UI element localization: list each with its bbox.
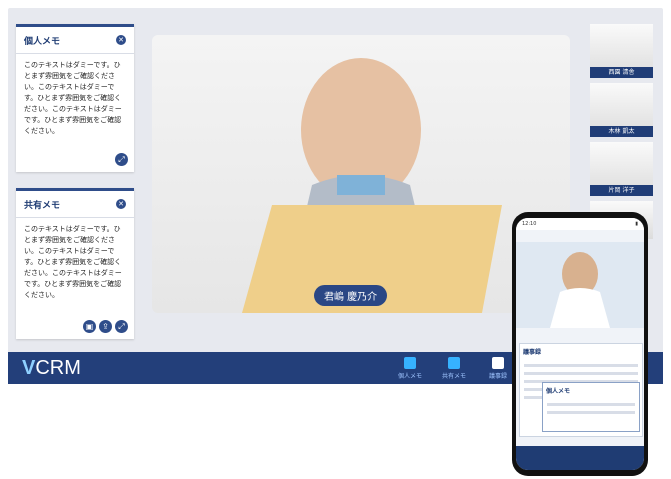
shared-memo-title: 共有メモ: [24, 200, 61, 211]
phone-video: [516, 242, 644, 328]
phone-footer: [516, 446, 644, 470]
phone-section-title: 議事録: [523, 349, 542, 356]
personal-memo-title: 個人メモ: [24, 36, 61, 47]
phone-memo-title: 個人メモ: [546, 388, 571, 395]
share-icon[interactable]: ⇪: [99, 320, 112, 333]
minutes-icon: [492, 357, 504, 369]
personal-memo-header: 個人メモ ✕: [16, 27, 134, 54]
personal-memo-button[interactable]: 個人メモ: [392, 357, 428, 380]
phone-memo-popup: 個人メモ: [542, 382, 640, 432]
personal-memo-panel: 個人メモ ✕ このテキストはダミーです。ひとまず雰囲気をご確認ください。このテキ…: [16, 24, 134, 172]
memo-icon: [404, 357, 416, 369]
document-icon[interactable]: ▣: [83, 320, 96, 333]
participant-name: 片岡 洋子: [590, 185, 653, 196]
speaker-name-tag: 君嶋 慶乃介: [314, 285, 388, 306]
participant-thumbnail[interactable]: 木林 凱太: [590, 83, 653, 137]
shared-memo-header: 共有メモ ✕: [16, 191, 134, 218]
participant-name: 西園 清舎: [590, 67, 653, 78]
personal-memo-text: このテキストはダミーです。ひとまず雰囲気をご確認ください。このテキストはダミーで…: [24, 61, 122, 135]
app-logo: VCRM: [22, 357, 81, 379]
phone-screen: 12:10 ▮ 議事録 個人メモ: [516, 218, 644, 470]
phone-mockup: 12:10 ▮ 議事録 個人メモ: [512, 212, 648, 476]
phone-minutes-panel: 議事録 個人メモ: [519, 343, 643, 437]
participant-thumbnail[interactable]: 西園 清舎: [590, 24, 653, 78]
minutes-button[interactable]: 議事録: [480, 357, 516, 380]
expand-icon[interactable]: ⤢: [115, 153, 128, 166]
participant-name: 木林 凱太: [590, 126, 653, 137]
doctor-image: [550, 252, 610, 328]
shared-memo-icon: [448, 357, 460, 369]
expand-icon[interactable]: ⤢: [115, 320, 128, 333]
phone-status-bar: 12:10 ▮: [516, 218, 644, 230]
shared-memo-button[interactable]: 共有メモ: [436, 357, 472, 380]
close-icon[interactable]: ✕: [116, 35, 126, 45]
shared-memo-panel: 共有メモ ✕ このテキストはダミーです。ひとまず雰囲気をご確認ください。このテキ…: [16, 188, 134, 339]
shared-memo-text: このテキストはダミーです。ひとまず雰囲気をご確認ください。このテキストはダミーで…: [24, 225, 122, 299]
speaker-image: [242, 58, 502, 313]
close-icon[interactable]: ✕: [116, 199, 126, 209]
main-video: 君嶋 慶乃介: [152, 35, 570, 313]
participant-thumbnail[interactable]: 片岡 洋子: [590, 142, 653, 196]
battery-icon: ▮: [635, 221, 638, 227]
